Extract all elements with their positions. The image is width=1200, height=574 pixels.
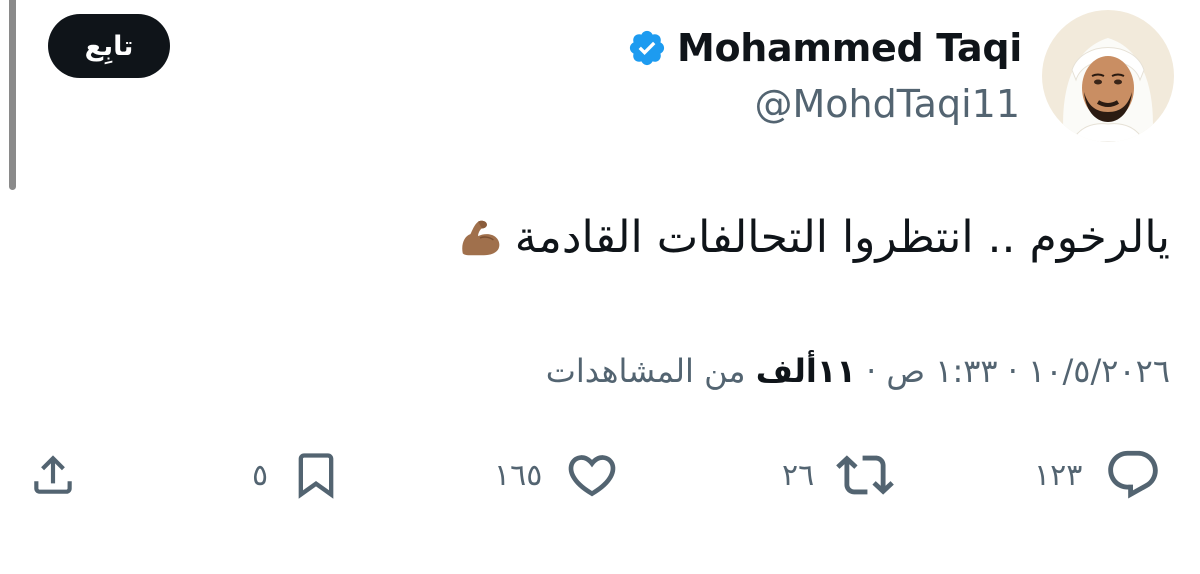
views-count[interactable]: ١١ألف (756, 352, 856, 390)
retweet-count: ٢٦ (782, 457, 815, 493)
tweet-text-body: يالرخوم .. انتظروا التحالفات القادمة (514, 212, 1170, 263)
author-name-row[interactable]: Mohammed Taqi (627, 22, 1022, 74)
tweet-meta: ١٠/٥/٢٠٢٦ · ١:٣٣ ص · ١١ألف من المشاهدات (546, 352, 1170, 390)
heart-icon (569, 455, 616, 497)
flexed-biceps-icon (461, 220, 500, 255)
avatar[interactable] (1042, 10, 1174, 142)
bookmark-count: ٥ (252, 457, 269, 493)
reply-icon (1108, 450, 1159, 499)
scrollbar[interactable] (9, 0, 16, 190)
reply-count: ١٢٣ (1034, 457, 1083, 493)
follow-button[interactable]: تابِع (48, 14, 170, 78)
retweet-button[interactable]: ٢٦ (782, 440, 895, 510)
tweet-text: يالرخوم .. انتظروا التحالفات القادمة (457, 212, 1170, 263)
bookmark-button[interactable]: ٥ (252, 440, 342, 510)
meta-separator: · (1007, 352, 1018, 390)
retweet-icon (836, 455, 895, 495)
reply-button[interactable]: ١٢٣ (1034, 440, 1162, 510)
display-name: Mohammed Taqi (676, 26, 1022, 70)
tweet-view: تابِع Mohammed Taqi @MohdTaqi11 يالرخوم … (0, 0, 1200, 574)
meta-separator: · (866, 352, 877, 390)
like-button[interactable]: ١٦٥ (494, 440, 620, 510)
author-handle[interactable]: @MohdTaqi11 (755, 82, 1020, 126)
bookmark-icon (298, 453, 334, 499)
verified-badge-icon (629, 30, 665, 66)
tweet-actions: ٥ ١٦٥ ٢٦ ١٢٣ (0, 440, 1200, 510)
like-count: ١٦٥ (494, 457, 543, 493)
tweet-time[interactable]: ١:٣٣ ص (886, 352, 997, 390)
share-button[interactable] (28, 440, 78, 510)
tweet-date[interactable]: ١٠/٥/٢٠٢٦ (1028, 352, 1170, 390)
views-label: من المشاهدات (545, 352, 746, 390)
share-icon (34, 455, 72, 494)
